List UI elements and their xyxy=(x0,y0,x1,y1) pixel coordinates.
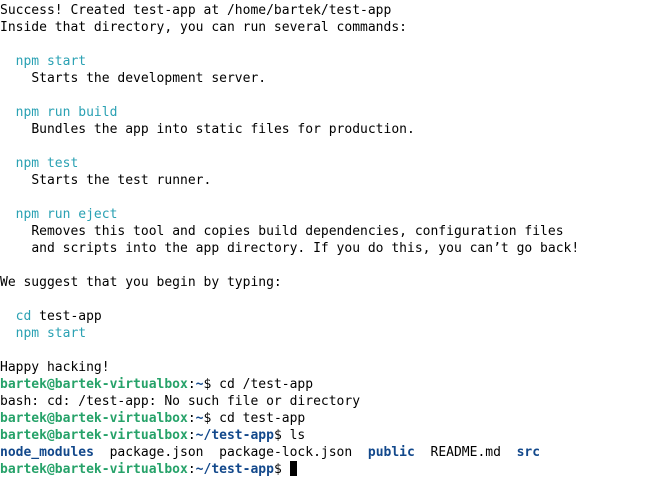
npm-start-description: Starts the development server. xyxy=(31,71,267,86)
prompt-separator: : xyxy=(187,462,196,477)
prompt-line: bartek@bartek-virtualbox:~/test-app$ ls xyxy=(0,427,652,444)
happy-hacking-text: Happy hacking! xyxy=(0,360,110,375)
suggest-cd-argument: test-app xyxy=(39,309,102,324)
ls-entry-package-lock-json: package-lock.json xyxy=(219,445,353,460)
npm-build-description: Bundles the app into static files for pr… xyxy=(31,122,415,137)
prompt-user-host: bartek@bartek-virtualbox xyxy=(0,462,188,477)
prompt-user-host: bartek@bartek-virtualbox xyxy=(0,428,188,443)
prompt-symbol: $ xyxy=(203,377,220,392)
ls-output-line: node_modules package.json package-lock.j… xyxy=(0,444,652,461)
ls-entry-src: src xyxy=(516,445,541,460)
prompt-path: ~/test-app xyxy=(195,428,274,443)
typed-command: cd test-app xyxy=(219,411,306,426)
success-message: Success! Created test-app at /home/barte… xyxy=(0,3,392,18)
prompt-path: ~/test-app xyxy=(195,462,274,477)
command-line: npm run eject xyxy=(0,206,652,223)
output-line: bash: cd: /test-app: No such file or dir… xyxy=(0,393,652,410)
prompt-path: ~ xyxy=(195,411,204,426)
ls-entry-readme: README.md xyxy=(430,445,501,460)
prompt-path: ~ xyxy=(195,377,204,392)
description-line: Bundles the app into static files for pr… xyxy=(0,121,652,138)
prompt-symbol: $ xyxy=(203,411,220,426)
output-line: Success! Created test-app at /home/barte… xyxy=(0,2,652,19)
typed-command: ls xyxy=(289,428,306,443)
npm-eject-description: Removes this tool and copies build depen… xyxy=(31,224,564,239)
output-line: We suggest that you begin by typing: xyxy=(0,274,652,291)
command-line: npm run build xyxy=(0,104,652,121)
description-line: Starts the development server. xyxy=(0,70,652,87)
prompt-line: bartek@bartek-virtualbox:~$ cd /test-app xyxy=(0,376,652,393)
prompt-separator: : xyxy=(187,411,196,426)
suggestion-text: We suggest that you begin by typing: xyxy=(0,275,282,290)
prompt-user-host: bartek@bartek-virtualbox xyxy=(0,377,188,392)
terminal-window[interactable]: Success! Created test-app at /home/barte… xyxy=(0,0,652,483)
npm-eject-command: npm run eject xyxy=(15,207,118,222)
description-line: Removes this tool and copies build depen… xyxy=(0,223,652,240)
error-message: bash: cd: /test-app: No such file or dir… xyxy=(0,394,361,409)
prompt-separator: : xyxy=(187,377,196,392)
current-prompt-line[interactable]: bartek@bartek-virtualbox:~/test-app$ xyxy=(0,461,652,478)
ls-entry-public: public xyxy=(367,445,415,460)
description-line: Starts the test runner. xyxy=(0,172,652,189)
npm-start-command: npm start xyxy=(15,54,87,69)
suggest-start-command: npm start xyxy=(15,326,87,341)
prompt-user-host: bartek@bartek-virtualbox xyxy=(0,411,188,426)
ls-entry-node-modules: node_modules xyxy=(0,445,94,460)
output-line: Inside that directory, you can run sever… xyxy=(0,19,652,36)
command-line: npm start xyxy=(0,325,652,342)
prompt-line: bartek@bartek-virtualbox:~$ cd test-app xyxy=(0,410,652,427)
output-line: Happy hacking! xyxy=(0,359,652,376)
npm-build-command: npm run build xyxy=(15,105,118,120)
commands-intro: Inside that directory, you can run sever… xyxy=(0,20,407,35)
npm-test-description: Starts the test runner. xyxy=(31,173,212,188)
npm-test-command: npm test xyxy=(15,156,79,171)
command-line: npm test xyxy=(0,155,652,172)
prompt-separator: : xyxy=(187,428,196,443)
typed-command: cd /test-app xyxy=(219,377,314,392)
suggest-cd-command: cd xyxy=(15,309,32,324)
ls-entry-package-json: package.json xyxy=(109,445,204,460)
command-line: npm start xyxy=(0,53,652,70)
description-line: and scripts into the app directory. If y… xyxy=(0,240,652,257)
prompt-symbol: $ xyxy=(273,462,290,477)
command-line: cd test-app xyxy=(0,308,652,325)
npm-eject-description-continued: and scripts into the app directory. If y… xyxy=(31,241,580,256)
text-cursor[interactable] xyxy=(289,461,297,476)
prompt-symbol: $ xyxy=(273,428,290,443)
